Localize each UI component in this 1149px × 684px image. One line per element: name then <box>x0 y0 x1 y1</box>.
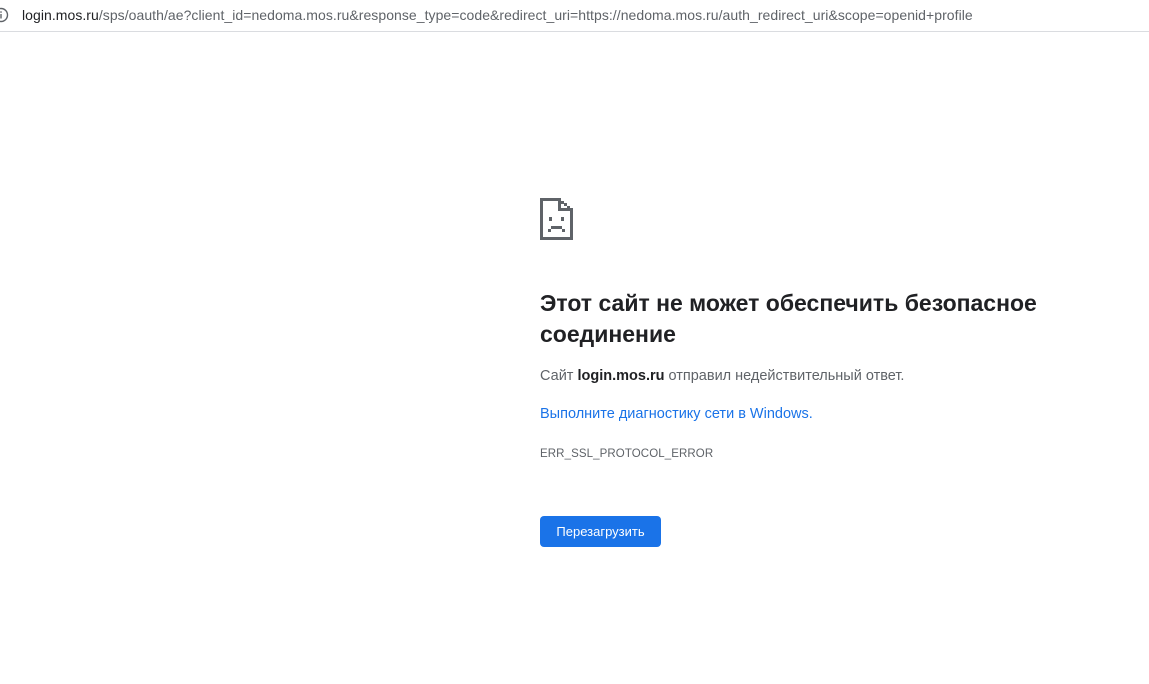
error-code: ERR_SSL_PROTOCOL_ERROR <box>540 448 714 460</box>
url-path: /sps/oauth/ae?client_id=nedoma.mos.ru&re… <box>98 7 973 23</box>
desc-suffix: отправил недействительный ответ. <box>664 368 905 384</box>
url-host: login.mos.ru <box>22 7 99 23</box>
desc-host: login.mos.ru <box>577 368 665 384</box>
error-heading: Этот сайт не может обеспечить безопасное… <box>540 290 1037 347</box>
error-description: Сайт login.mos.ru отправил недействитель… <box>540 366 904 386</box>
reload-button[interactable]: Перезагрузить <box>540 516 661 547</box>
url-text[interactable]: login.mos.ru/sps/oauth/ae?client_id=nedo… <box>22 7 973 23</box>
info-icon[interactable] <box>0 7 9 23</box>
sad-page-icon <box>540 198 574 242</box>
address-bar[interactable]: login.mos.ru/sps/oauth/ae?client_id=nedo… <box>0 0 1149 32</box>
desc-prefix: Сайт <box>540 368 578 384</box>
diagnostics-link[interactable]: Выполните диагностику сети в Windows. <box>540 404 813 424</box>
